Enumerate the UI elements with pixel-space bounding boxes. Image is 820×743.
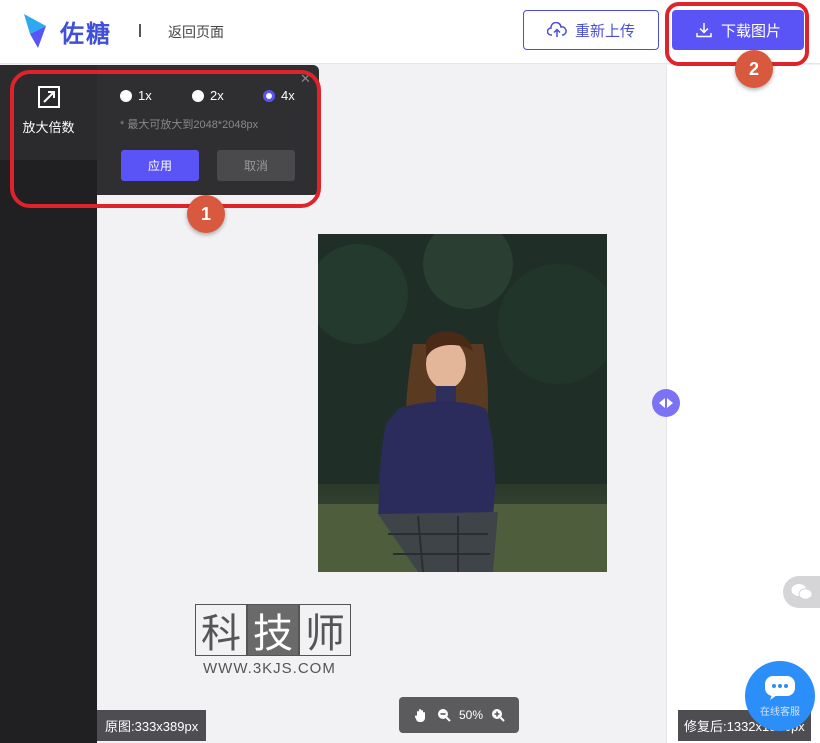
photo-figure	[318, 234, 607, 572]
result-panel	[666, 65, 820, 743]
reupload-label: 重新上传	[574, 22, 635, 40]
online-service-button[interactable]: 在线客服	[745, 661, 815, 731]
zoom-in-icon[interactable]	[491, 708, 505, 722]
wechat-icon	[791, 584, 812, 600]
watermark-url: WWW.3KJS.COM	[203, 660, 336, 677]
hand-icon[interactable]	[413, 707, 429, 723]
original-size-label: 原图:333x389px	[97, 710, 207, 741]
compare-slider-handle[interactable]	[652, 389, 680, 417]
annotation-highlight-1	[10, 70, 321, 208]
zoom-out-icon[interactable]	[437, 708, 451, 722]
upload-cloud-icon	[546, 22, 567, 37]
arrow-left-icon	[659, 398, 665, 408]
online-service-label: 在线客服	[760, 706, 800, 718]
watermark-char: 师	[299, 604, 351, 657]
reupload-button[interactable]: 重新上传	[523, 10, 659, 50]
watermark: 科 技 师 WWW.3KJS.COM	[195, 604, 351, 677]
watermark-chars: 科 技 师	[195, 604, 351, 657]
step-badge-2: 2	[735, 50, 773, 88]
watermark-char: 技	[247, 604, 299, 657]
back-link[interactable]: 返回页面	[168, 22, 224, 42]
preview-image	[318, 234, 607, 572]
watermark-char: 科	[195, 604, 247, 657]
annotation-highlight-2	[665, 2, 809, 66]
wechat-button[interactable]	[783, 576, 820, 608]
step-badge-1: 1	[187, 195, 225, 233]
logo-text: 佐糖	[60, 21, 112, 48]
left-toolbar-strip	[0, 160, 97, 743]
arrow-right-icon	[667, 398, 673, 408]
zoom-level: 50%	[458, 708, 484, 722]
chat-icon	[765, 675, 795, 700]
zoom-toolbar: 50%	[399, 697, 519, 733]
logo-icon	[24, 14, 46, 48]
header-divider	[139, 24, 141, 37]
